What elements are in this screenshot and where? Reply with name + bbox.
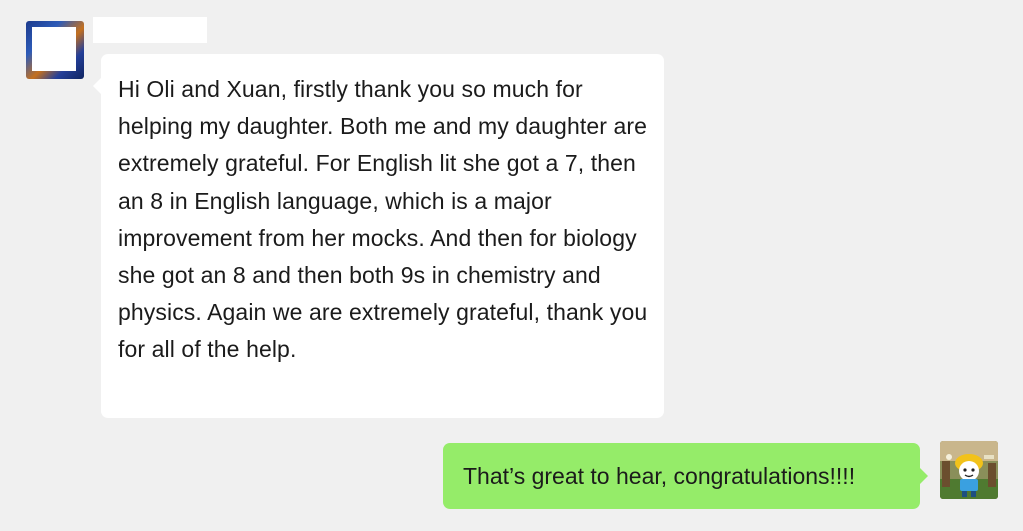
cartoon-character-avatar-icon [940,441,998,499]
chat-window: Hi Oli and Xuan, firstly thank you so mu… [0,0,1023,531]
my-avatar[interactable] [940,441,998,499]
bubble-tail [93,78,101,94]
incoming-message-bubble[interactable]: Hi Oli and Xuan, firstly thank you so mu… [93,54,664,418]
avatar-redaction [32,27,76,71]
sender-name [93,17,207,43]
outgoing-message-text: That’s great to hear, congratulations!!!… [463,463,856,489]
outgoing-message-bubble[interactable]: That’s great to hear, congratulations!!!… [443,443,928,509]
sender-avatar[interactable] [26,21,84,79]
incoming-message-text: Hi Oli and Xuan, firstly thank you so mu… [118,76,648,363]
bubble-tail [920,468,928,484]
